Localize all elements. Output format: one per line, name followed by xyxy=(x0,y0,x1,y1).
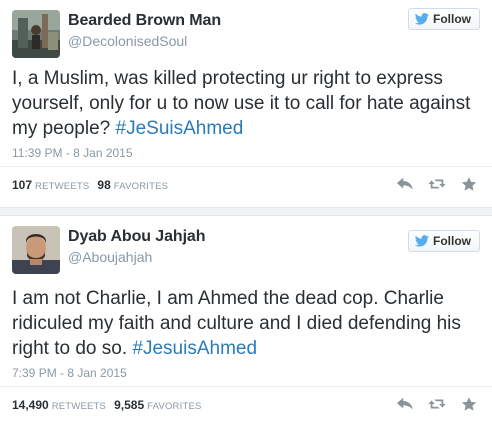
twitter-bird-icon xyxy=(415,13,429,25)
author-name[interactable]: Dyab Abou Jahjah xyxy=(68,228,205,246)
divider xyxy=(0,386,492,387)
avatar-photo-image xyxy=(12,226,60,274)
hashtag-link[interactable]: #JesuisAhmed xyxy=(132,338,257,359)
tweet-card: Bearded Brown Man @DecolonisedSoul Follo… xyxy=(0,0,492,207)
follow-button[interactable]: Follow xyxy=(408,230,480,252)
favorites-count: 9,585 xyxy=(114,398,145,412)
avatar[interactable] xyxy=(12,10,60,58)
favorites-label: FAVORITES xyxy=(113,181,169,192)
tweet-actions xyxy=(396,176,478,192)
tweet-text: I am not Charlie, I am Ahmed the dead co… xyxy=(12,286,482,361)
follow-button-label: Follow xyxy=(433,12,471,26)
favorites-stat[interactable]: 9,585 FAVORITES xyxy=(114,398,201,412)
retweets-stat[interactable]: 107 RETWEETS xyxy=(12,178,89,192)
favorites-stat[interactable]: 98 FAVORITES xyxy=(97,178,168,192)
reply-icon[interactable] xyxy=(396,396,414,412)
retweets-count: 107 xyxy=(12,178,33,192)
tweet-separator xyxy=(0,207,492,216)
tweet-card: Dyab Abou Jahjah @Aboujahjah Follow I am… xyxy=(0,216,492,422)
follow-button[interactable]: Follow xyxy=(408,8,480,30)
retweets-label: RETWEETS xyxy=(35,181,90,192)
author-handle[interactable]: @Aboujahjah xyxy=(68,249,152,265)
author-name[interactable]: Bearded Brown Man xyxy=(68,12,221,30)
favorite-star-icon[interactable] xyxy=(460,176,478,192)
favorites-label: FAVORITES xyxy=(147,401,202,412)
tweet-timestamp[interactable]: 7:39 PM - 8 Jan 2015 xyxy=(12,366,127,380)
author-handle[interactable]: @DecolonisedSoul xyxy=(68,33,187,49)
hashtag-link[interactable]: #JeSuisAhmed xyxy=(116,118,244,139)
tweet-timestamp[interactable]: 11:39 PM - 8 Jan 2015 xyxy=(12,146,133,160)
retweets-stat[interactable]: 14,490 RETWEETS xyxy=(12,398,106,412)
reply-icon[interactable] xyxy=(396,176,414,192)
retweets-count: 14,490 xyxy=(12,398,49,412)
tweet-actions xyxy=(396,396,478,412)
tweet-stats: 107 RETWEETS 98 FAVORITES xyxy=(12,178,168,192)
favorite-star-icon[interactable] xyxy=(460,396,478,412)
retweets-label: RETWEETS xyxy=(51,401,107,412)
avatar-photo-image xyxy=(12,10,60,58)
tweet-text: I, a Muslim, was killed protecting ur ri… xyxy=(12,66,482,141)
divider xyxy=(0,166,492,167)
tweet-stats: 14,490 RETWEETS 9,585 FAVORITES xyxy=(12,398,202,412)
retweet-icon[interactable] xyxy=(428,396,446,412)
follow-button-label: Follow xyxy=(433,234,471,248)
favorites-count: 98 xyxy=(97,178,111,192)
avatar[interactable] xyxy=(12,226,60,274)
twitter-bird-icon xyxy=(415,235,429,247)
retweet-icon[interactable] xyxy=(428,176,446,192)
